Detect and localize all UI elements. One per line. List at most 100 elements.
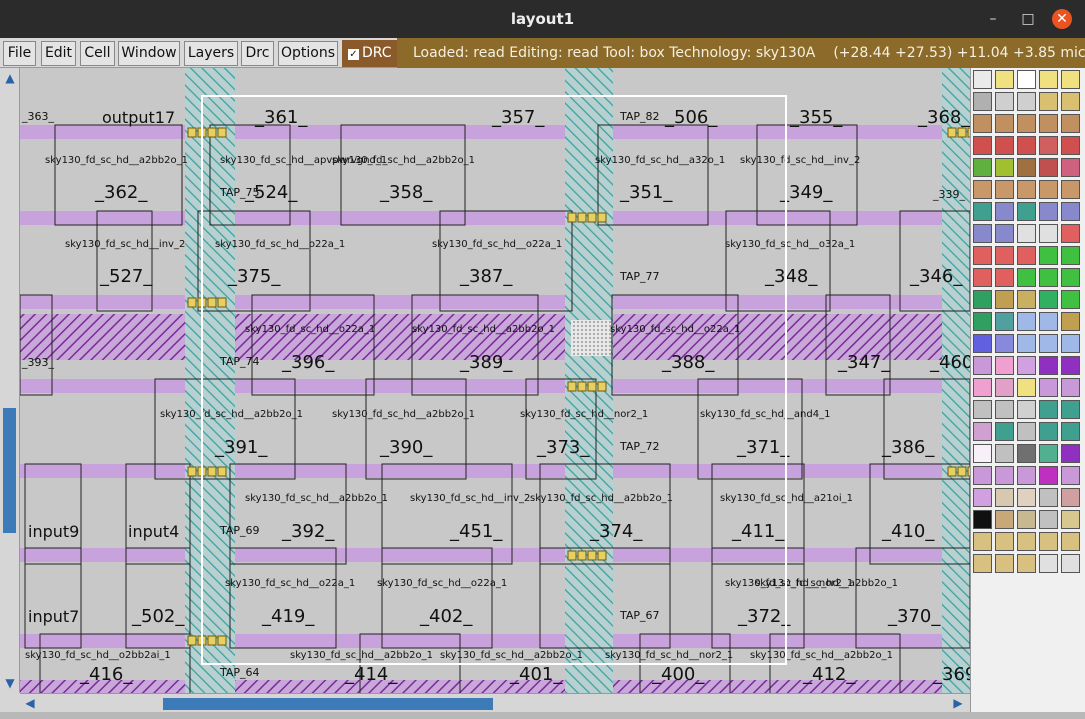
layer-swatch[interactable] bbox=[1061, 532, 1080, 551]
layer-swatch[interactable] bbox=[973, 554, 992, 573]
layer-swatch[interactable] bbox=[1039, 334, 1058, 353]
scroll-right-icon[interactable]: ▶ bbox=[950, 696, 966, 710]
layer-swatch[interactable] bbox=[1017, 268, 1036, 287]
layer-swatch[interactable] bbox=[995, 378, 1014, 397]
layer-swatch[interactable] bbox=[1061, 136, 1080, 155]
layer-swatch[interactable] bbox=[1017, 224, 1036, 243]
maximize-button[interactable]: □ bbox=[1018, 9, 1038, 29]
layer-swatch[interactable] bbox=[995, 510, 1014, 529]
layer-swatch[interactable] bbox=[973, 510, 992, 529]
layer-swatch[interactable] bbox=[1039, 290, 1058, 309]
layer-swatch[interactable] bbox=[973, 70, 992, 89]
menu-file[interactable]: File bbox=[3, 41, 36, 66]
layer-swatch[interactable] bbox=[1061, 422, 1080, 441]
layer-swatch[interactable] bbox=[1061, 400, 1080, 419]
layout-canvas[interactable]: sky130_fd_sc_hd__a2bb2o_1 _362_ sky130_fd_… bbox=[20, 68, 970, 693]
layer-swatch[interactable] bbox=[1061, 378, 1080, 397]
layer-swatch[interactable] bbox=[1061, 92, 1080, 111]
layer-swatch[interactable] bbox=[973, 290, 992, 309]
layer-swatch[interactable] bbox=[995, 246, 1014, 265]
layer-swatch[interactable] bbox=[1017, 312, 1036, 331]
layer-swatch[interactable] bbox=[995, 202, 1014, 221]
layer-swatch[interactable] bbox=[1039, 92, 1058, 111]
layer-swatch[interactable] bbox=[1061, 114, 1080, 133]
layer-swatch[interactable] bbox=[973, 488, 992, 507]
layer-swatch[interactable] bbox=[973, 224, 992, 243]
layer-swatch[interactable] bbox=[1017, 488, 1036, 507]
layer-swatch[interactable] bbox=[995, 312, 1014, 331]
layer-swatch[interactable] bbox=[995, 114, 1014, 133]
horizontal-scrollbar[interactable]: ◀ ▶ bbox=[20, 693, 970, 712]
layer-swatch[interactable] bbox=[1017, 246, 1036, 265]
layer-swatch[interactable] bbox=[973, 422, 992, 441]
layer-swatch[interactable] bbox=[995, 180, 1014, 199]
layer-swatch[interactable] bbox=[1039, 180, 1058, 199]
layer-swatch[interactable] bbox=[1039, 246, 1058, 265]
layer-swatch[interactable] bbox=[1039, 532, 1058, 551]
layer-swatch[interactable] bbox=[1017, 422, 1036, 441]
menu-drc[interactable]: Drc bbox=[241, 41, 274, 66]
layer-swatch[interactable] bbox=[995, 224, 1014, 243]
scroll-left-icon[interactable]: ◀ bbox=[22, 696, 38, 710]
menu-options[interactable]: Options bbox=[278, 41, 338, 66]
layer-swatch[interactable] bbox=[1061, 158, 1080, 177]
layer-swatch[interactable] bbox=[995, 136, 1014, 155]
layer-swatch[interactable] bbox=[1017, 158, 1036, 177]
layer-swatch[interactable] bbox=[995, 268, 1014, 287]
layer-swatch[interactable] bbox=[1039, 554, 1058, 573]
layer-swatch[interactable] bbox=[1039, 422, 1058, 441]
layer-swatch[interactable] bbox=[1061, 466, 1080, 485]
layer-swatch[interactable] bbox=[1039, 400, 1058, 419]
layer-swatch[interactable] bbox=[1017, 378, 1036, 397]
layer-swatch[interactable] bbox=[1039, 510, 1058, 529]
layer-swatch[interactable] bbox=[1017, 356, 1036, 375]
layer-swatch[interactable] bbox=[995, 290, 1014, 309]
layer-swatch[interactable] bbox=[1017, 114, 1036, 133]
drc-toggle[interactable]: ✓ DRC bbox=[342, 40, 397, 67]
layer-swatch[interactable] bbox=[1061, 290, 1080, 309]
layer-swatch[interactable] bbox=[1061, 312, 1080, 331]
layer-swatch[interactable] bbox=[973, 202, 992, 221]
layer-swatch[interactable] bbox=[973, 356, 992, 375]
layer-swatch[interactable] bbox=[1017, 290, 1036, 309]
layer-swatch[interactable] bbox=[1061, 444, 1080, 463]
layer-swatch[interactable] bbox=[1039, 158, 1058, 177]
vertical-scrollbar[interactable]: ▲ ▼ bbox=[0, 68, 20, 693]
layer-swatch[interactable] bbox=[1039, 312, 1058, 331]
layer-swatch[interactable] bbox=[1017, 532, 1036, 551]
menu-edit[interactable]: Edit bbox=[41, 41, 76, 66]
layer-swatch[interactable] bbox=[973, 268, 992, 287]
layer-swatch[interactable] bbox=[1039, 136, 1058, 155]
layer-swatch[interactable] bbox=[973, 334, 992, 353]
layer-swatch[interactable] bbox=[995, 92, 1014, 111]
layer-swatch[interactable] bbox=[995, 158, 1014, 177]
layer-swatch[interactable] bbox=[973, 466, 992, 485]
layer-swatch[interactable] bbox=[1017, 202, 1036, 221]
layer-swatch[interactable] bbox=[1039, 356, 1058, 375]
layer-swatch[interactable] bbox=[973, 400, 992, 419]
menu-layers[interactable]: Layers bbox=[184, 41, 238, 66]
layer-swatch[interactable] bbox=[1039, 70, 1058, 89]
close-button[interactable]: ✕ bbox=[1052, 9, 1072, 29]
layer-swatch[interactable] bbox=[1061, 356, 1080, 375]
layer-swatch[interactable] bbox=[995, 466, 1014, 485]
layer-swatch[interactable] bbox=[973, 136, 992, 155]
menu-cell[interactable]: Cell bbox=[80, 41, 115, 66]
layer-swatch[interactable] bbox=[1017, 136, 1036, 155]
scroll-down-icon[interactable]: ▼ bbox=[2, 676, 18, 690]
horizontal-scroll-thumb[interactable] bbox=[163, 698, 493, 710]
layer-swatch[interactable] bbox=[995, 444, 1014, 463]
menu-window[interactable]: Window bbox=[118, 41, 180, 66]
layer-swatch[interactable] bbox=[1017, 70, 1036, 89]
drc-checkbox[interactable]: ✓ bbox=[348, 49, 359, 60]
layer-swatch[interactable] bbox=[1039, 378, 1058, 397]
layer-swatch[interactable] bbox=[973, 114, 992, 133]
layer-swatch[interactable] bbox=[1017, 400, 1036, 419]
layer-swatch[interactable] bbox=[1017, 510, 1036, 529]
layer-swatch[interactable] bbox=[973, 532, 992, 551]
layer-swatch[interactable] bbox=[1061, 334, 1080, 353]
layer-swatch[interactable] bbox=[973, 158, 992, 177]
layer-swatch[interactable] bbox=[973, 246, 992, 265]
layer-swatch[interactable] bbox=[995, 422, 1014, 441]
layer-swatch[interactable] bbox=[1017, 466, 1036, 485]
